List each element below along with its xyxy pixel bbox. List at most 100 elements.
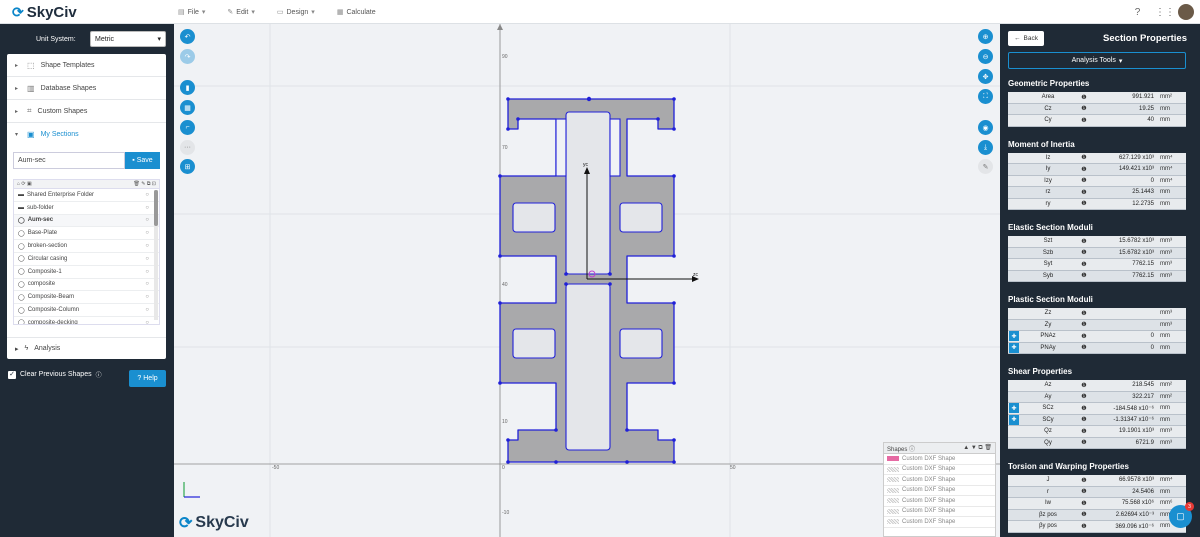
menu-edit[interactable]: ✎ Edit ▾ xyxy=(227,8,254,17)
redo-button[interactable]: ↷ xyxy=(180,49,195,64)
accordion-custom-shapes[interactable]: ▸ ⌗ Custom Shapes xyxy=(7,100,166,123)
radio-icon[interactable]: ○ xyxy=(145,256,149,262)
shape-row[interactable]: Custom DXF Shape xyxy=(884,517,995,528)
help-button[interactable]: ? Help xyxy=(129,370,166,387)
back-button[interactable]: ← Back xyxy=(1008,31,1044,46)
accordion-database-shapes[interactable]: ▸ ▥ Database Shapes xyxy=(7,77,166,100)
menu-file[interactable]: ▤ File ▾ xyxy=(178,8,205,17)
apps-grid-icon[interactable]: ⋮⋮ xyxy=(1155,7,1175,18)
zoom-out-button[interactable]: ⊖ xyxy=(978,49,993,64)
accordion-shape-templates[interactable]: ▸ ⬚ Shape Templates xyxy=(7,54,166,77)
shape-row[interactable]: Custom DXF Shape xyxy=(884,475,995,486)
delete-button[interactable]: ▮ xyxy=(180,80,195,95)
info-icon[interactable]: ❶ xyxy=(1077,105,1091,112)
info-icon[interactable]: ❶ xyxy=(1077,382,1091,389)
list-item[interactable]: ◯ Composite-Column ○ xyxy=(14,304,159,317)
tree-scrollbar-thumb[interactable] xyxy=(154,190,158,226)
list-item[interactable]: ◯ Aum-sec ○ xyxy=(14,214,159,228)
skyciv-logo[interactable]: ⟳ SkyCiv xyxy=(12,4,77,21)
info-icon[interactable]: ❶ xyxy=(1077,488,1091,495)
locate-icon[interactable]: ✚ xyxy=(1009,414,1019,425)
accordion-my-sections[interactable]: ▾ ▣ My Sections xyxy=(7,123,166,146)
list-item[interactable]: ◯ composite-decking ○ xyxy=(14,317,159,324)
unit-system-select[interactable]: Metric ▾ xyxy=(90,31,166,47)
info-icon[interactable]: ❶ xyxy=(1077,439,1091,446)
radio-icon[interactable]: ○ xyxy=(145,320,149,324)
tree-scrollbar[interactable] xyxy=(154,190,158,320)
shape-row[interactable]: Custom DXF Shape xyxy=(884,454,995,465)
radio-icon[interactable]: ○ xyxy=(145,243,149,249)
screenshot-button[interactable]: ◉ xyxy=(978,120,993,135)
locate-icon[interactable]: ✚ xyxy=(1009,342,1019,353)
download-button[interactable]: ⤓ xyxy=(978,140,993,155)
locate-icon[interactable]: ✚ xyxy=(1009,403,1019,414)
shape-row[interactable]: Custom DXF Shape xyxy=(884,486,995,496)
drawing-canvas[interactable]: 90 70 60 50 40 30 20 10 -10 -50 0 50 xyxy=(174,24,1000,537)
info-icon[interactable]: ❶ xyxy=(1077,321,1091,328)
info-icon[interactable]: ❶ xyxy=(1077,511,1091,518)
clear-previous-checkbox[interactable]: ✓ xyxy=(8,370,16,379)
shape-row[interactable]: Custom DXF Shape xyxy=(884,496,995,507)
list-item[interactable]: ▬ Shared Enterprise Folder ○ xyxy=(14,189,159,202)
radio-icon[interactable]: ○ xyxy=(145,294,149,300)
edit-button[interactable]: ✎ xyxy=(978,159,993,174)
fit-view-button[interactable]: ⛶ xyxy=(978,89,993,104)
radio-icon[interactable]: ○ xyxy=(145,205,149,211)
info-icon[interactable]: ❶ xyxy=(1077,177,1091,184)
radio-icon[interactable]: ○ xyxy=(145,307,149,313)
help-circle-icon[interactable]: ? xyxy=(1132,7,1143,18)
info-icon[interactable]: ❶ xyxy=(1077,249,1091,256)
list-item[interactable]: ◯ broken-section ○ xyxy=(14,240,159,253)
list-item[interactable]: ◯ Composite-Beam ○ xyxy=(14,291,159,305)
list-item[interactable]: ◯ Circular casing ○ xyxy=(14,253,159,266)
save-button[interactable]: ▪ Save xyxy=(125,152,160,169)
section-name-input[interactable]: Aum-sec xyxy=(13,152,125,169)
list-item[interactable]: ▬ sub-folder ○ xyxy=(14,202,159,215)
info-icon[interactable]: ❶ xyxy=(1077,189,1091,196)
info-icon[interactable]: ❶ xyxy=(1077,272,1091,279)
info-icon[interactable]: ❶ xyxy=(1077,405,1091,412)
dimension-button[interactable]: ⊞ xyxy=(180,159,195,174)
corner-tool-button[interactable]: ⌐ xyxy=(180,120,195,135)
info-icon[interactable]: ❶ xyxy=(1077,393,1091,400)
radio-icon[interactable]: ○ xyxy=(145,217,149,223)
shape-row[interactable]: Custom DXF Shape xyxy=(884,507,995,517)
avatar[interactable] xyxy=(1178,4,1194,20)
radio-icon[interactable]: ○ xyxy=(145,192,149,198)
locate-icon[interactable]: ✚ xyxy=(1009,331,1019,342)
info-icon[interactable]: ❶ xyxy=(1077,477,1091,484)
info-icon[interactable]: ❶ xyxy=(1077,117,1091,124)
shapes-panel-actions[interactable]: ▲ ▼ ⧉ 🗑 xyxy=(963,444,992,452)
chat-button[interactable]: ▢ 3 xyxy=(1169,502,1194,528)
info-icon[interactable]: ❶ xyxy=(1077,200,1091,207)
info-icon[interactable]: ❶ xyxy=(1077,344,1091,351)
info-icon[interactable]: ❶ xyxy=(1077,154,1091,161)
more-options-button[interactable]: ··· xyxy=(180,140,195,155)
info-icon[interactable]: ❶ xyxy=(1077,333,1091,340)
info-icon[interactable]: ❶ xyxy=(1077,261,1091,268)
info-icon[interactable]: ❶ xyxy=(1077,428,1091,435)
info-icon[interactable]: ❶ xyxy=(1077,523,1091,530)
pan-button[interactable]: ✥ xyxy=(978,69,993,84)
accordion-analysis[interactable]: ▸ ϟ Analysis xyxy=(7,337,166,359)
menu-calculate[interactable]: ▦ Calculate xyxy=(337,8,376,17)
info-icon[interactable]: ❶ xyxy=(1077,238,1091,245)
radio-icon[interactable]: ○ xyxy=(145,269,149,275)
info-icon[interactable]: ❶ xyxy=(1077,416,1091,423)
shape-row[interactable]: Custom DXF Shape xyxy=(884,465,995,475)
info-icon[interactable]: ❶ xyxy=(1077,500,1091,507)
tree-action-icons[interactable]: 🗑 ✎ ⧉ ⊡ xyxy=(134,181,156,187)
info-icon[interactable]: ❶ xyxy=(1077,310,1091,317)
menu-design[interactable]: ▭ Design ▾ xyxy=(277,8,315,17)
list-item[interactable]: ◯ Base-Plate ○ xyxy=(14,227,159,241)
analysis-tools-dropdown[interactable]: Analysis Tools ▾ xyxy=(1008,52,1186,69)
info-icon[interactable]: ❶ xyxy=(1077,166,1091,173)
list-item[interactable]: ◯ composite ○ xyxy=(14,279,159,292)
radio-icon[interactable]: ○ xyxy=(145,230,149,236)
tree-nav-icons[interactable]: ⌂ ⟳ ▣ xyxy=(17,181,32,187)
grid-toggle-button[interactable]: ▦ xyxy=(180,100,195,115)
list-item[interactable]: ◯ Composite-1 ○ xyxy=(14,266,159,279)
info-icon[interactable]: ❶ xyxy=(1077,94,1091,101)
canvas-svg[interactable]: 90 70 60 50 40 30 20 10 -10 -50 0 50 xyxy=(174,24,1000,537)
radio-icon[interactable]: ○ xyxy=(145,281,149,287)
